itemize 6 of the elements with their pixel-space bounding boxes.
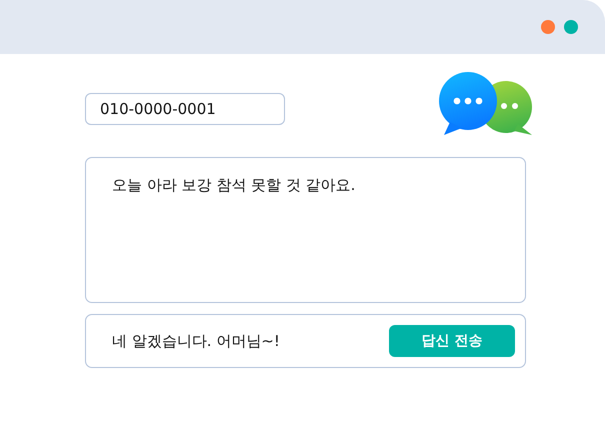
window-control-dot[interactable]	[564, 20, 578, 34]
phone-field[interactable]: 010-0000-0001	[85, 93, 285, 125]
chat-bubbles-icon	[438, 72, 532, 135]
reply-field[interactable]: 네 알겠습니다. 어머님~!	[112, 330, 381, 352]
window-control-dot[interactable]	[541, 20, 555, 34]
message-field: 오늘 아라 보강 참석 못할 것 같아요.	[85, 157, 526, 303]
